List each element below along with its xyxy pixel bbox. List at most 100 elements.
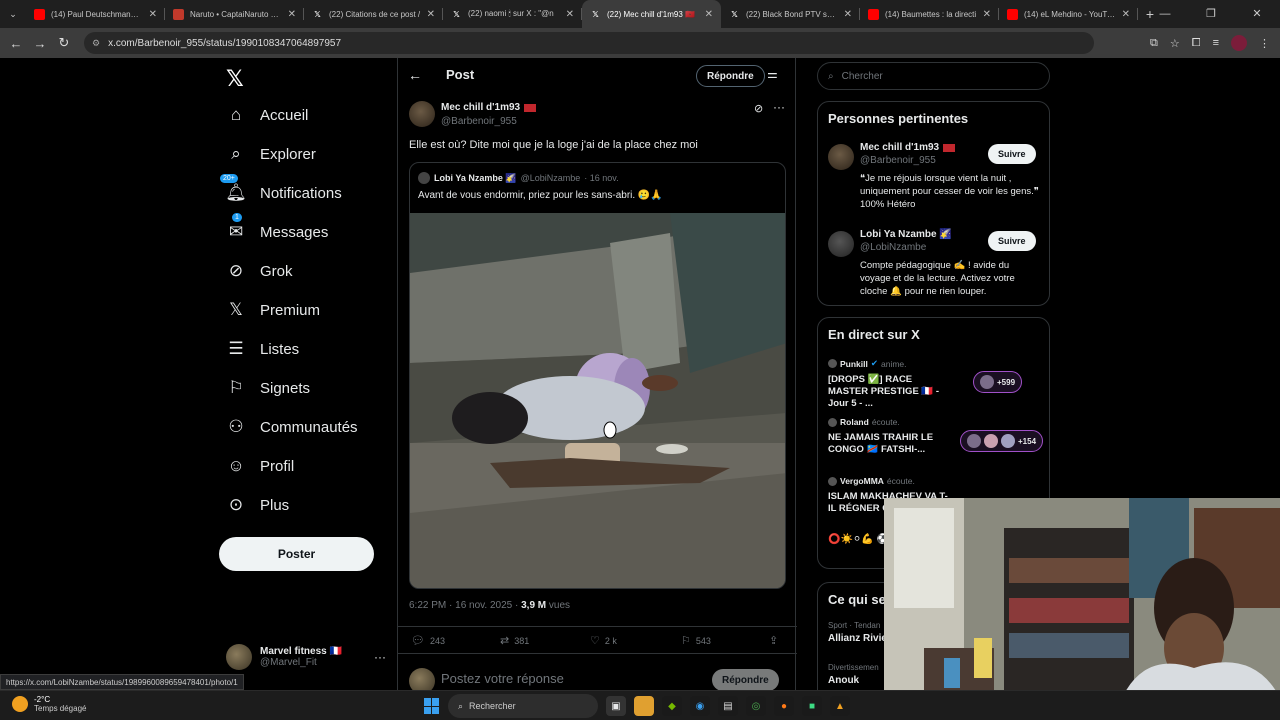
maximize-button[interactable]: ❐ [1188,0,1234,28]
repost-action[interactable]: ⇄ 381 [500,634,529,647]
more-dots-icon[interactable]: ··· [374,650,386,664]
search-input[interactable]: ⌕ Chercher [817,62,1050,90]
host-avatar [828,476,837,486]
task-view-icon[interactable]: ▣ [606,696,626,716]
nav-item-grok[interactable]: ⊘ Grok [226,261,293,281]
windows-taskbar: -2°C Temps dégagé ⌕ Rechercher ▣ ◆ ◉ ▤ ◎… [0,690,1280,720]
mail-icon: ✉ 1 [228,213,244,241]
listener-pill[interactable]: +154 [960,430,1044,452]
person-bio: ❝Je me réjouis lorsque vient la nuit , u… [860,173,1039,210]
nvidia-icon[interactable]: ◆ [662,696,682,716]
youtube-icon [868,8,879,20]
site-info-icon[interactable]: ⚙ [92,38,100,49]
file-explorer-icon[interactable] [634,696,654,716]
quote-photo[interactable] [410,213,786,589]
host-avatar [828,417,837,427]
account-switcher[interactable]: Marvel fitness 🇫🇷 @Marvel_Fit ··· [226,644,386,670]
minimize-button[interactable]: — [1142,0,1188,28]
edge-icon[interactable]: ◉ [690,696,710,716]
close-tab-icon[interactable]: ✕ [427,9,435,20]
close-tab-icon[interactable]: ✕ [983,9,991,20]
profile-avatar[interactable] [1231,35,1247,51]
nav-item-messages[interactable]: ✉ 1 Messages [226,213,328,242]
tab-search-dropdown[interactable]: ⌄ [0,0,26,28]
browser-tab[interactable]: 𝕏 (22) Citations de ce post / ✕ [304,0,443,28]
bookmark-star-icon[interactable]: ☆ [1170,37,1180,50]
nav-item-notifications[interactable]: 🔔︎ 20+ Notifications [220,174,342,203]
live-item[interactable]: Roland écoute. NE JAMAIS TRAHIR LE CONGO… [828,417,1044,456]
follow-button[interactable]: Suivre [988,144,1036,164]
author-name-wrap[interactable]: Mec chill d'1m93 [441,102,537,113]
vlc-icon[interactable]: ▲ [830,696,850,716]
nav-item-plus[interactable]: ⊙ Plus [226,495,289,515]
reply-input[interactable]: Postez votre réponse [441,671,564,686]
browser-tab[interactable]: (14) Baumettes : la directi ✕ [860,0,999,28]
x-icon: 𝕏 [453,9,460,19]
browser-tab[interactable]: (14) Paul Deutschmann : l ✕ [26,0,165,28]
weather-widget[interactable]: -2°C Temps dégagé [12,695,86,713]
trend-item[interactable]: Sport · Tendan Allianz Rivie [828,621,887,644]
chrome-menu-icon[interactable]: ⋮ [1259,37,1270,50]
address-bar[interactable]: ⚙ x.com/Barbenoir_955/status/19901083470… [84,32,1094,54]
bookmark-icon: ⚐ [681,635,691,647]
author-handle[interactable]: @Barbenoir_955 [441,116,517,127]
nav-item-label: Grok [260,262,293,280]
reply-action[interactable]: 💬︎ 243 [411,634,445,647]
install-app-icon[interactable]: ⧉ [1150,37,1158,50]
reply-submit-button[interactable]: Répondre [712,669,779,690]
nav-item-accueil[interactable]: ⌂ Accueil [226,105,309,125]
follow-button[interactable]: Suivre [988,231,1036,251]
app-icon[interactable]: ■ [802,696,822,716]
close-tab-icon[interactable]: ✕ [149,9,157,20]
browser-tab[interactable]: 𝕏 (22) Black Bond PTV sur X ✕ [721,0,860,28]
reply-header-button[interactable]: Répondre [696,65,765,87]
nav-item-explorer[interactable]: ⌕ Explorer [226,144,316,164]
nav-item-communautés[interactable]: ⚇ Communautés [226,417,358,437]
media-control-icon[interactable]: ≡ [1213,37,1219,49]
trend-item[interactable]: Divertissemen Anouk [828,663,879,686]
author-avatar[interactable] [409,101,435,127]
windows-start-icon[interactable] [424,698,440,714]
forward-button[interactable]: → [28,36,52,51]
reload-button[interactable]: ↻ [52,35,76,51]
nav-item-premium[interactable]: 𝕏 Premium [226,300,320,320]
browser-tab[interactable]: Naruto • CaptaiNaruto », I ✕ [165,0,304,28]
back-arrow-icon[interactable]: ← [408,67,422,83]
x-logo-icon[interactable]: 𝕏 [226,66,244,92]
nav-item-listes[interactable]: ☰ Listes [226,339,299,359]
post-button[interactable]: Poster [219,537,374,571]
close-tab-icon[interactable]: ✕ [844,9,852,20]
firefox-icon[interactable]: ● [774,696,794,716]
browser-tab[interactable]: 𝕏 (22) naomi 🕯 sur X : "@n ✕ [443,0,582,28]
person-name-wrap: Mec chill d'1m93 [860,142,956,153]
live-title: NE JAMAIS TRAHIR LE CONGO 🇨🇩 FATSHI-... [828,432,934,455]
taskbar-search[interactable]: ⌕ Rechercher [448,694,598,718]
live-item[interactable]: Punkill ✔ anime. [DROPS ✅] RACE MASTER P… [828,358,1043,410]
bell-icon: 🔔︎ 20+ [220,174,247,203]
post-time[interactable]: 6:22 PM · 16 nov. 2025 · [409,600,518,611]
back-button[interactable]: ← [4,36,28,51]
grok-icon[interactable]: ⊘ [754,102,763,115]
bookmark-action[interactable]: ⚐ 543 [681,634,711,647]
extensions-icon[interactable]: ⧠ [1192,37,1201,50]
browser-tab[interactable]: 𝕏 (22) Mec chill d'1m93 🇲🇦 ✕ [582,0,721,28]
close-tab-icon[interactable]: ✕ [288,9,296,20]
browser-tab[interactable]: (14) eL Mehdino - YouTub ✕ [999,0,1138,28]
more-dots-icon[interactable]: ··· [773,100,785,114]
host-action: écoute. [871,417,900,427]
close-tab-icon[interactable]: ✕ [566,9,574,20]
like-action[interactable]: ♡ 2 k [590,634,617,647]
nav-item-label: Communautés [260,418,358,436]
nav-item-signets[interactable]: ⚐ Signets [226,378,310,398]
nav-item-profil[interactable]: ☺ Profil [226,456,294,476]
close-window-button[interactable]: ✕ [1234,0,1280,28]
chrome-icon[interactable]: ◎ [746,696,766,716]
store-icon[interactable]: ▤ [718,696,738,716]
listener-pill[interactable]: +599 [973,371,1023,393]
filter-sliders-icon[interactable]: ⚌ [767,67,778,81]
close-tab-icon[interactable]: ✕ [705,9,713,20]
share-action[interactable]: ⇪ [769,634,778,647]
sun-icon [12,696,28,712]
quoted-post[interactable]: Lobi Ya Nzambe 🌠 @LobiNzambe · 16 nov. A… [409,162,786,589]
close-tab-icon[interactable]: ✕ [1122,9,1130,20]
